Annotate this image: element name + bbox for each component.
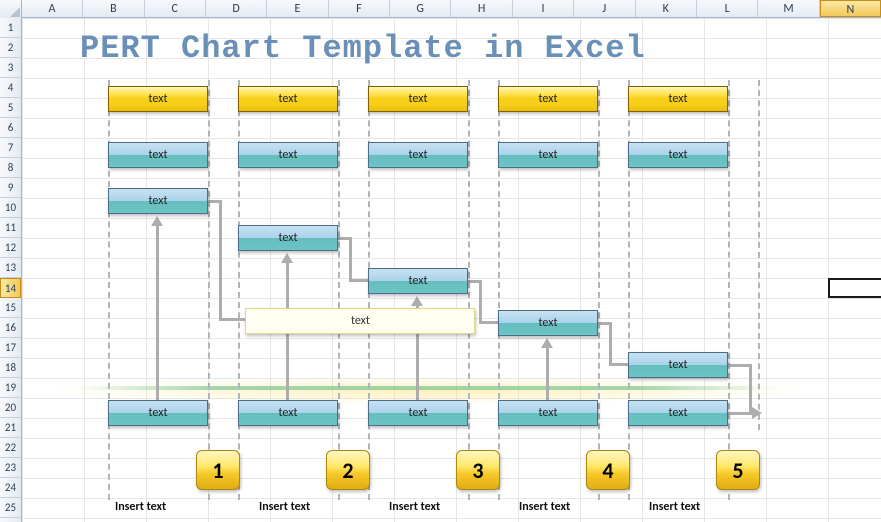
col-N[interactable]: N <box>820 0 881 17</box>
connector <box>219 200 222 320</box>
connector <box>219 318 245 321</box>
row-6[interactable]: 6 <box>0 118 21 138</box>
phase-footer-4[interactable]: text <box>498 400 598 426</box>
connector <box>479 321 498 324</box>
connector <box>609 322 612 366</box>
caption-3[interactable]: Insert text <box>389 500 440 514</box>
col-C[interactable]: C <box>145 0 206 17</box>
row-10[interactable]: 10 <box>0 198 21 218</box>
guide-line <box>598 80 600 500</box>
row-headers: 1 2 3 4 5 6 7 8 9 10 11 12 13 14 15 16 1… <box>0 18 22 522</box>
row-7[interactable]: 7 <box>0 138 21 158</box>
phase-number-2[interactable]: 2 <box>326 450 370 490</box>
cascade-box-4[interactable]: text <box>498 310 598 336</box>
row-17[interactable]: 17 <box>0 338 21 358</box>
col-I[interactable]: I <box>513 0 574 17</box>
phase-sub-2[interactable]: text <box>238 142 338 168</box>
row-18[interactable]: 18 <box>0 358 21 378</box>
connector <box>609 363 628 366</box>
guide-line <box>758 80 760 430</box>
col-L[interactable]: L <box>697 0 758 17</box>
phase-number-5[interactable]: 5 <box>716 450 760 490</box>
col-A[interactable]: A <box>22 0 83 17</box>
row-24[interactable]: 24 <box>0 478 21 498</box>
col-H[interactable]: H <box>451 0 512 17</box>
phase-sub-5[interactable]: text <box>628 142 728 168</box>
guide-line <box>728 80 730 500</box>
caption-5[interactable]: Insert text <box>649 500 700 514</box>
row-13[interactable]: 13 <box>0 258 21 278</box>
phase-header-5[interactable]: text <box>628 86 728 112</box>
cascade-box-3[interactable]: text <box>368 268 468 294</box>
arrow-right-icon <box>752 407 762 419</box>
connector <box>728 364 752 367</box>
phase-header-4[interactable]: text <box>498 86 598 112</box>
connector <box>546 346 549 400</box>
col-F[interactable]: F <box>329 0 390 17</box>
phase-number-1[interactable]: 1 <box>196 450 240 490</box>
phase-header-2[interactable]: text <box>238 86 338 112</box>
cascade-box-1[interactable]: text <box>108 188 208 214</box>
phase-footer-3[interactable]: text <box>368 400 468 426</box>
row-9[interactable]: 9 <box>0 178 21 198</box>
select-all-corner[interactable] <box>0 0 22 18</box>
row-20[interactable]: 20 <box>0 398 21 418</box>
row-4[interactable]: 4 <box>0 78 21 98</box>
phase-footer-1[interactable]: text <box>108 400 208 426</box>
phase-sub-4[interactable]: text <box>498 142 598 168</box>
row-8[interactable]: 8 <box>0 158 21 178</box>
row-14[interactable]: 14 <box>0 278 21 298</box>
column-headers: A B C D E F G H I J K L M N <box>0 0 881 18</box>
guide-line <box>338 80 340 500</box>
phase-footer-2[interactable]: text <box>238 400 338 426</box>
guide-line <box>468 80 470 500</box>
active-cell[interactable] <box>828 278 881 298</box>
row-5[interactable]: 5 <box>0 98 21 118</box>
connector <box>156 224 159 400</box>
caption-1[interactable]: Insert text <box>115 500 166 514</box>
row-12[interactable]: 12 <box>0 238 21 258</box>
cascade-box-2[interactable]: text <box>238 225 338 251</box>
col-K[interactable]: K <box>636 0 697 17</box>
guide-line <box>208 80 210 500</box>
connector <box>349 279 368 282</box>
phase-number-4[interactable]: 4 <box>586 450 630 490</box>
row-19[interactable]: 19 <box>0 378 21 398</box>
col-J[interactable]: J <box>574 0 635 17</box>
connector <box>479 280 482 324</box>
col-D[interactable]: D <box>206 0 267 17</box>
row-1[interactable]: 1 <box>0 18 21 38</box>
col-E[interactable]: E <box>267 0 328 17</box>
row-23[interactable]: 23 <box>0 458 21 478</box>
span-box[interactable]: text <box>245 308 475 334</box>
arrow-up-icon <box>281 253 293 263</box>
col-M[interactable]: M <box>758 0 819 17</box>
row-16[interactable]: 16 <box>0 318 21 338</box>
phase-header-3[interactable]: text <box>368 86 468 112</box>
col-G[interactable]: G <box>390 0 451 17</box>
arrow-up-icon <box>541 338 553 348</box>
phase-sub-1[interactable]: text <box>108 142 208 168</box>
row-15[interactable]: 15 <box>0 298 21 318</box>
row-21[interactable]: 21 <box>0 418 21 438</box>
row-3[interactable]: 3 <box>0 58 21 78</box>
row-11[interactable]: 11 <box>0 218 21 238</box>
arrow-up-icon <box>411 296 423 306</box>
col-B[interactable]: B <box>83 0 144 17</box>
phase-footer-5[interactable]: text <box>628 400 728 426</box>
connector <box>349 237 352 281</box>
arrow-up-icon <box>151 216 163 226</box>
row-2[interactable]: 2 <box>0 38 21 58</box>
cascade-box-5[interactable]: text <box>628 352 728 378</box>
caption-2[interactable]: Insert text <box>259 500 310 514</box>
row-22[interactable]: 22 <box>0 438 21 458</box>
row-25[interactable]: 25 <box>0 498 21 518</box>
page-title: PERT Chart Template in Excel <box>80 30 646 67</box>
phase-number-3[interactable]: 3 <box>456 450 500 490</box>
phase-sub-3[interactable]: text <box>368 142 468 168</box>
caption-4[interactable]: Insert text <box>519 500 570 514</box>
decorative-stripe <box>75 386 775 390</box>
phase-header-1[interactable]: text <box>108 86 208 112</box>
